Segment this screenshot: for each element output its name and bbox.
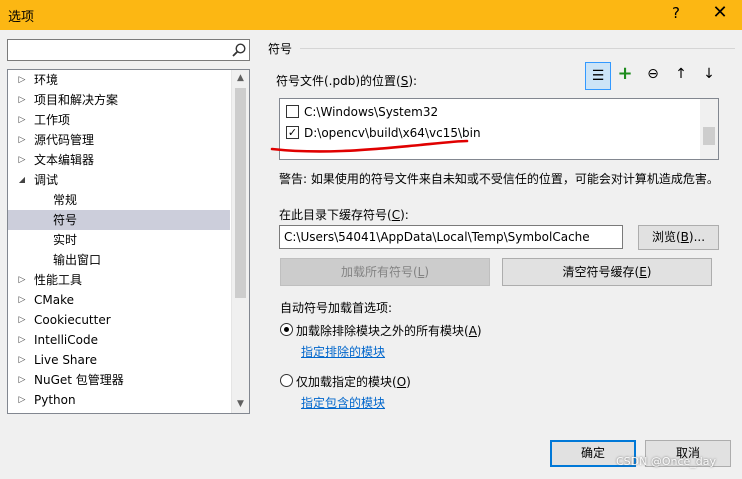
collapsed-arrow-icon[interactable]: ▷ [16,310,28,330]
clear-symbol-cache-button[interactable]: 清空符号缓存(E) [502,258,712,286]
tree-item-label: 性能工具 [34,273,83,287]
collapsed-arrow-icon[interactable]: ▷ [16,110,28,130]
symbol-toolbar: ☰ + ⊖ ↑ ↓ [583,62,723,90]
tree-item[interactable]: ▷ 性能工具 [8,270,230,290]
path-list-scroll-thumb[interactable] [703,127,715,145]
tree-item-label: 文本编辑器 [34,153,95,167]
tree-item-label: 工作项 [34,113,71,127]
tree-item-label: Python [34,393,76,407]
symbol-path-item[interactable]: C:\Windows\System32 [286,103,686,121]
tree-item[interactable]: ▷ IntelliCode [8,330,230,350]
tree-item-label: CMake [34,293,74,307]
watermark: CSDN @Once_day [616,455,717,468]
tree-item-label: 实时 [53,233,78,247]
options-tree: ▷ Python ▷ NuGet 包管理器 ▷ Live Share ▷ IntelliCod… [7,69,250,414]
tree-item-label: NuGet 包管理器 [34,373,124,387]
cache-path-input[interactable]: C:\Users\54041\AppData\Local\Temp\Symbol… [279,225,623,249]
collapsed-arrow-icon[interactable]: ▷ [16,270,28,290]
section-title: 符号 [268,42,293,56]
cache-label: 在此目录下缓存符号(C): [279,208,409,222]
collapsed-arrow-icon[interactable]: ▷ [16,150,28,170]
collapsed-arrow-icon[interactable]: ▷ [16,330,28,350]
tree-item[interactable]: ▷ 文本编辑器 [8,150,230,170]
specify-included-modules-link[interactable]: 指定包含的模块 [301,394,385,411]
collapsed-arrow-icon[interactable]: ▷ [16,70,28,90]
tree-item-label: 常规 [53,193,78,207]
path-list-scrollbar[interactable] [700,99,718,159]
move-up-button[interactable]: ↑ [669,62,693,86]
scroll-thumb[interactable] [235,88,246,298]
tree-item-label: 源代码管理 [34,133,95,147]
tree-item-label: 环境 [34,73,59,87]
tree-item[interactable]: ▷ 项目和解决方案 [8,90,230,110]
search-input[interactable] [10,41,230,59]
close-button[interactable]: ✕ [709,2,731,23]
tree-item[interactable]: 常规 [8,190,230,210]
tree-item[interactable]: 实时 [8,230,230,250]
tree-item-label: 项目和解决方案 [34,93,119,107]
radio-load-all-except-excluded[interactable]: 加载除排除模块之外的所有模块(A) [280,321,540,339]
collapsed-arrow-icon[interactable]: ▷ [16,290,28,310]
browse-button[interactable]: 浏览(B)... [638,225,719,250]
scroll-down-icon[interactable]: ▼ [232,396,249,413]
tree-item[interactable]: 符号 [8,210,230,230]
warning-text: 警告: 如果使用的符号文件来自未知或不受信任的位置，可能会对计算机造成危害。 [279,172,719,186]
remove-button[interactable]: ⊖ [641,62,665,86]
specify-excluded-modules-link[interactable]: 指定排除的模块 [301,343,385,360]
symbol-files-label: 符号文件(.pdb)的位置(S): [276,74,418,88]
tree-item-label: 输出窗口 [53,253,102,267]
tree-item[interactable]: ▷ Python [8,390,230,410]
collapsed-arrow-icon[interactable]: ▷ [16,390,28,410]
load-all-symbols-button[interactable]: 加载所有符号(L) [280,258,490,286]
tree-item[interactable]: ▷ 工作项 [8,110,230,130]
path-text: C:\Windows\System32 [304,105,439,119]
tree-item[interactable]: ▷ CMake [8,290,230,310]
auto-load-label: 自动符号加载首选项: [280,301,393,315]
tree-item-label: Live Share [34,353,97,367]
search-icon[interactable] [231,42,247,58]
tree-item[interactable]: ▷ 源代码管理 [8,130,230,150]
radio-load-only-specified[interactable]: 仅加载指定的模块(O) [280,372,540,390]
add-button[interactable]: + [613,62,637,86]
collapsed-arrow-icon[interactable]: ▷ [16,130,28,150]
expanded-arrow-icon[interactable]: ◢ [16,170,28,190]
tree-item-label: Cookiecutter [34,313,111,327]
new-server-button[interactable]: ☰ [585,62,611,90]
search-box [7,39,250,61]
tree-item[interactable]: 输出窗口 [8,250,230,270]
red-annotation-underline [270,139,469,153]
tree-item-label: IntelliCode [34,333,98,347]
move-down-button[interactable]: ↓ [697,62,721,86]
collapsed-arrow-icon[interactable]: ▷ [16,90,28,110]
tree-item-label: 调试 [34,173,59,187]
title-bar: 选项 ? ✕ [0,0,742,30]
radio-circle[interactable] [280,323,293,336]
window-title: 选项 [8,10,35,25]
tree-item[interactable]: ◢ 调试 [8,170,230,190]
tree-item[interactable]: ▷ Live Share [8,350,230,370]
collapsed-arrow-icon[interactable]: ▷ [16,350,28,370]
radio-dot [284,327,289,332]
tree-item[interactable]: ▷ NuGet 包管理器 [8,370,230,390]
radio-circle[interactable] [280,374,293,387]
tree-item[interactable]: ▷ 环境 [8,70,230,90]
tree-item[interactable]: ▷ Cookiecutter [8,310,230,330]
tree-item-label: 符号 [53,213,78,227]
scroll-up-icon[interactable]: ▲ [232,70,249,87]
tree-scrollbar[interactable]: ▲ ▼ [231,70,249,413]
collapsed-arrow-icon[interactable]: ▷ [16,370,28,390]
radio-label: 仅加载指定的模块(O) [296,375,411,389]
radio-label: 加载除排除模块之外的所有模块(A) [296,324,482,338]
section-divider [300,48,735,49]
path-checkbox[interactable] [286,105,299,118]
help-button[interactable]: ? [668,4,684,22]
